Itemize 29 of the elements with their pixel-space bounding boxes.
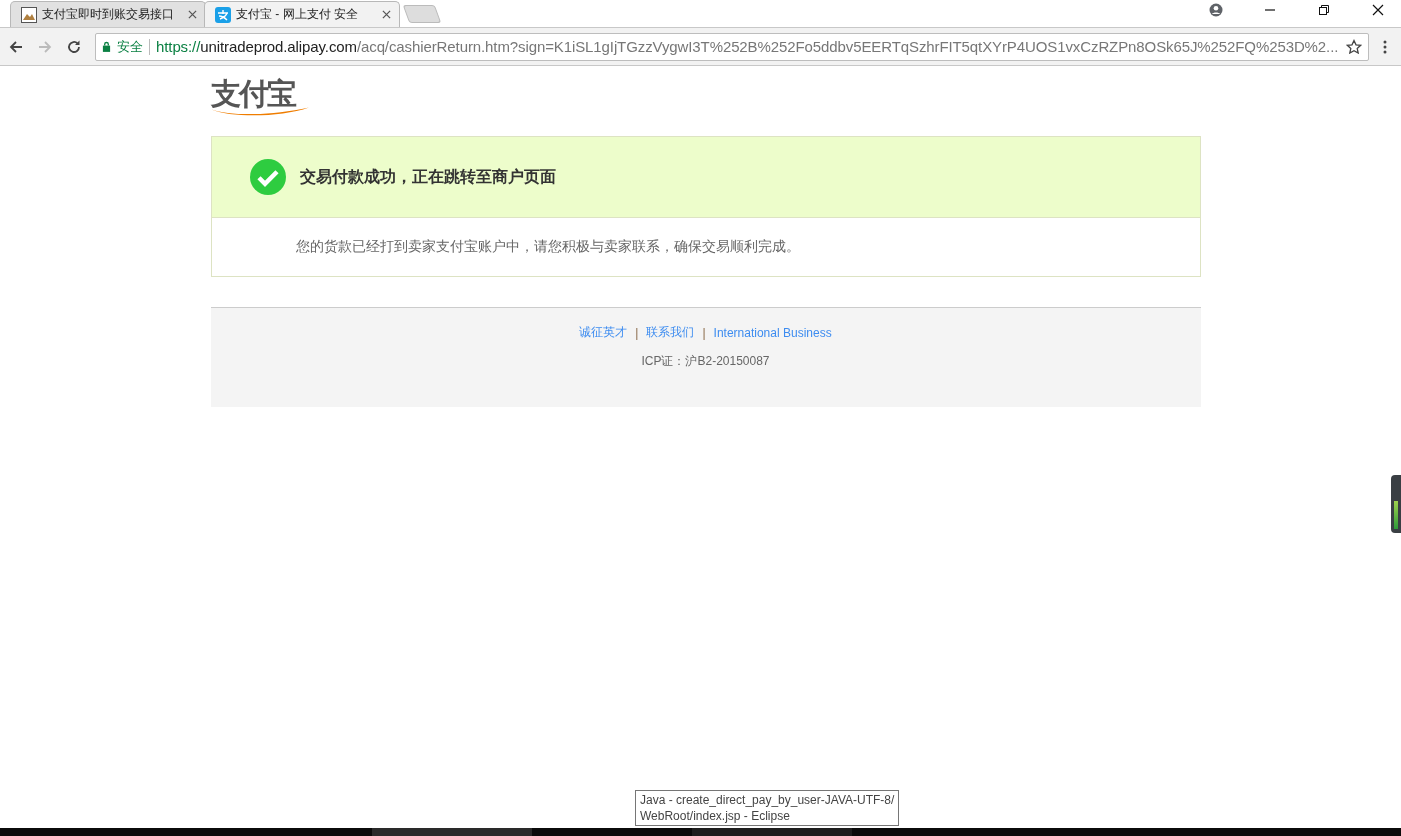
address-bar[interactable]: 安全 https://unitradeprod.alipay.com/acq/cashierReturn.htm?sign=K1iSL1gIjTGzzVygwI3T%252B%252Fo5ddbv5EERTqSzhrFIT5qtXYrP4UOS1vxCzRZPn8OSk65J%252FQ%253D%2... xyxy=(95,32,1369,61)
bookmark-star-icon[interactable] xyxy=(1346,38,1362,55)
image-favicon-icon xyxy=(21,6,37,23)
result-message: 您的货款已经打到卖家支付宝账户中，请您积极与卖家联系，确保交易顺利完成。 xyxy=(295,238,800,256)
pay-favicon-icon xyxy=(215,6,231,23)
tooltip-text: Java - create_direct_pay_by_user-JAVA-UTF-8/ xyxy=(640,792,895,808)
icp-license-text: ICP证：沪B2-20150087 xyxy=(641,353,770,370)
result-title: 交易付款成功，正在跳转至商户页面 xyxy=(299,166,556,188)
menu-icon[interactable] xyxy=(1383,38,1387,55)
account-icon[interactable] xyxy=(1209,2,1223,17)
close-icon[interactable] xyxy=(1371,2,1385,17)
link-separator: | xyxy=(702,325,706,340)
browser-tab[interactable]: 支付宝即时到账交易接口 xyxy=(10,1,206,27)
tab-title: 支付宝 - 网上支付 安全 xyxy=(236,6,359,23)
browser-tab[interactable]: 支付宝 - 网上支付 安全 xyxy=(204,1,400,27)
tooltip-text: WebRoot/index.jsp - Eclipse xyxy=(640,808,791,824)
tab-title: 支付宝即时到账交易接口 xyxy=(42,6,175,23)
url-text: https://unitradeprod.alipay.com/acq/cashierReturn.htm?sign=K1iSL1gIjTGzzVygwI3T%252B%252Fo5ddbv5EERTqSzhrFIT5qtXYrP4UOS1vxCzRZPn8OSk65J%252FQ%253D%2... xyxy=(156,38,1340,55)
link-separator: | xyxy=(635,325,639,340)
success-check-icon xyxy=(249,159,286,195)
lock-icon xyxy=(102,41,111,52)
reload-icon[interactable] xyxy=(66,38,82,55)
side-widget[interactable] xyxy=(1391,475,1401,533)
restore-icon[interactable] xyxy=(1317,2,1331,17)
security-label: 安全 xyxy=(117,37,143,56)
tab-close-icon[interactable] xyxy=(382,10,391,19)
tab-close-icon[interactable] xyxy=(188,10,197,19)
alipay-logo[interactable]: 支付宝 xyxy=(210,78,309,116)
back-icon[interactable] xyxy=(8,38,24,55)
